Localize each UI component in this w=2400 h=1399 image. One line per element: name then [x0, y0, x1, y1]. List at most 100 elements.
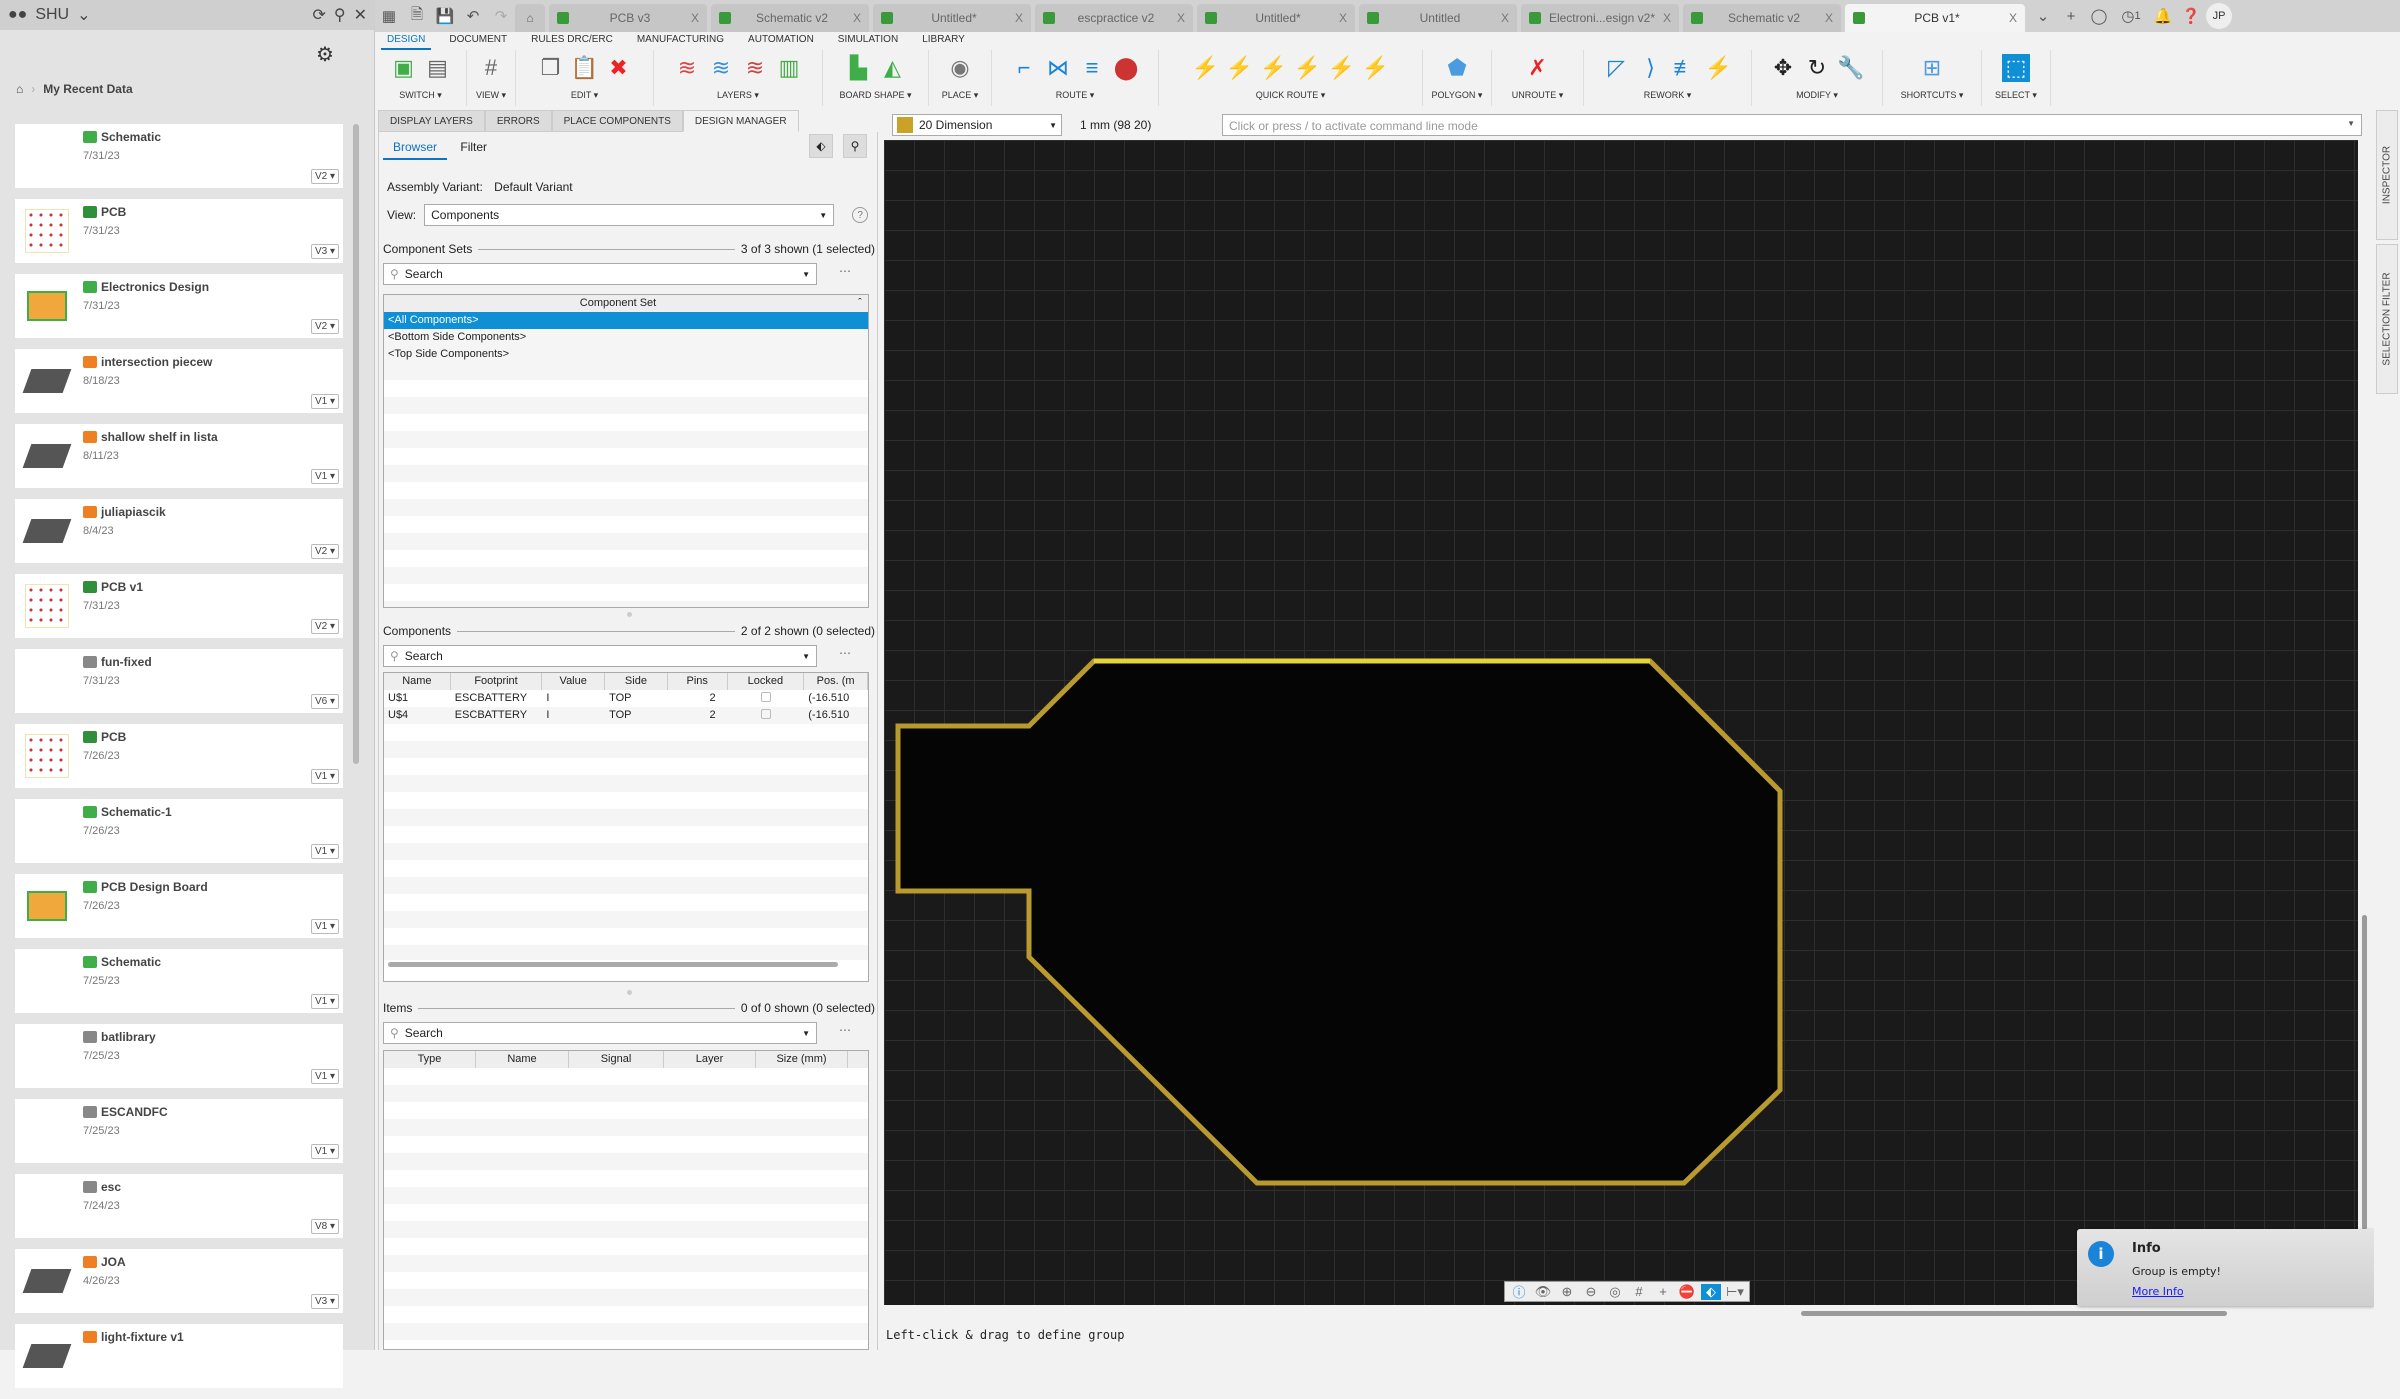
qr-4-icon[interactable]: ⚡	[1294, 54, 1322, 82]
layers-a-icon[interactable]: ≋	[673, 54, 701, 82]
ribbon-group-dropdown[interactable]: BOARD SHAPE ▾	[839, 90, 911, 101]
qr-2-icon[interactable]: ⚡	[1226, 54, 1254, 82]
column-header[interactable]: Pos. (m	[804, 673, 868, 690]
splitter-handle[interactable]	[627, 612, 632, 617]
grid-icon[interactable]: #	[1629, 1284, 1649, 1299]
command-line-input[interactable]: Click or press / to activate command lin…	[1222, 114, 2362, 136]
delete-icon[interactable]: ✖	[605, 54, 633, 82]
document-tab[interactable]: PCB v1* X	[1845, 4, 2025, 32]
close-tab-icon[interactable]: X	[1663, 11, 1671, 25]
pcb-canvas[interactable]	[884, 140, 2358, 1305]
column-header[interactable]: Footprint	[451, 673, 543, 690]
document-tab[interactable]: Schematic v2 X	[711, 4, 869, 32]
zoom-to-selection-button[interactable]: ⚲	[843, 134, 867, 158]
qr-6-icon[interactable]: ⚡	[1362, 54, 1390, 82]
close-tab-icon[interactable]: X	[1501, 11, 1509, 25]
select-icon[interactable]: ⬖	[1701, 1283, 1721, 1300]
column-header[interactable]: Pins	[668, 673, 728, 690]
ribbon-group-dropdown[interactable]: POLYGON ▾	[1432, 90, 1483, 101]
select-in-canvas-button[interactable]: ⬖	[809, 134, 833, 158]
file-card[interactable]: Schematic 7/25/23 V1 ▾	[15, 949, 343, 1013]
more-options-icon[interactable]: ⋯	[839, 264, 851, 278]
ribbon-tab[interactable]: MANUFACTURING	[625, 32, 736, 48]
column-header[interactable]: Locked	[728, 673, 805, 690]
panel-tab[interactable]: DISPLAY LAYERS	[378, 110, 485, 132]
file-card[interactable]: shallow shelf in lista 8/11/23 V1 ▾	[15, 424, 343, 488]
column-header[interactable]: Type	[384, 1051, 476, 1068]
panel-tab[interactable]: DESIGN MANAGER	[682, 110, 799, 132]
components-search[interactable]: ⚲ Search ▼	[383, 645, 817, 667]
shortcuts-icon[interactable]: ⊞	[1918, 54, 1946, 82]
file-card[interactable]: Schematic-1 7/26/23 V1 ▾	[15, 799, 343, 863]
table-row[interactable]: <Bottom Side Components>	[384, 329, 868, 346]
ribbon-group-dropdown[interactable]: SHORTCUTS ▾	[1901, 90, 1964, 101]
ribbon-group-dropdown[interactable]: EDIT ▾	[571, 90, 598, 101]
route-icon[interactable]: ⌐	[1010, 54, 1038, 82]
job-status[interactable]: ◷ 1	[2113, 0, 2149, 32]
file-card[interactable]: Electronics Design 7/31/23 V2 ▾	[15, 274, 343, 338]
document-tab[interactable]: Untitled* X	[1197, 4, 1355, 32]
refresh-icon[interactable]: ⟳	[312, 5, 325, 25]
ribbon-group-dropdown[interactable]: SELECT ▾	[1995, 90, 2037, 101]
panel-tab[interactable]: ERRORS	[484, 110, 552, 132]
more-options-icon[interactable]: ⋯	[839, 646, 851, 660]
version-dropdown[interactable]: V1 ▾	[310, 469, 339, 484]
rotate-icon[interactable]: ↻	[1803, 54, 1831, 82]
ribbon-tab[interactable]: LIBRARY	[910, 32, 977, 48]
close-tab-icon[interactable]: X	[2009, 11, 2017, 25]
ribbon-group-dropdown[interactable]: MODIFY ▾	[1796, 90, 1838, 101]
file-card[interactable]: juliapiascik 8/4/23 V2 ▾	[15, 499, 343, 563]
ribbon-tab[interactable]: SIMULATION	[826, 32, 910, 48]
horizontal-scrollbar[interactable]	[388, 962, 838, 967]
apps-grid-icon[interactable]: ▦	[375, 0, 403, 32]
stop-icon[interactable]: ⛔	[1677, 1284, 1697, 1300]
column-header[interactable]: Component Set	[384, 295, 852, 312]
version-dropdown[interactable]: V2 ▾	[310, 619, 339, 634]
vertical-scrollbar[interactable]	[2362, 915, 2367, 1230]
user-avatar[interactable]: JP	[2206, 3, 2232, 29]
file-card[interactable]: PCB 7/31/23 V3 ▾	[15, 199, 343, 263]
locked-checkbox[interactable]	[760, 709, 771, 719]
tab-overflow-icon[interactable]: ⌄	[2029, 0, 2057, 32]
ribbon-group-dropdown[interactable]: SWITCH ▾	[399, 90, 442, 101]
qr-1-icon[interactable]: ⚡	[1192, 54, 1220, 82]
board-3d-icon[interactable]: ▤	[424, 54, 452, 82]
via-stack-icon[interactable]: ⬤	[1112, 54, 1140, 82]
notifications-icon[interactable]: 🔔	[2149, 0, 2177, 32]
differential-pair-icon[interactable]: ⋈	[1044, 54, 1072, 82]
file-card[interactable]: ESCANDFC 7/25/23 V1 ▾	[15, 1099, 343, 1163]
qr-5-icon[interactable]: ⚡	[1328, 54, 1356, 82]
slide-icon[interactable]: ⟩	[1637, 54, 1665, 82]
schematic-switch-icon[interactable]: ▣	[390, 54, 418, 82]
copy-icon[interactable]: ❐	[537, 54, 565, 82]
document-tab[interactable]: Untitled X	[1359, 4, 1517, 32]
version-dropdown[interactable]: V3 ▾	[310, 1294, 339, 1309]
ribbon-group-dropdown[interactable]: UNROUTE ▾	[1512, 90, 1564, 101]
splitter-handle[interactable]	[627, 990, 632, 995]
close-tab-icon[interactable]: X	[853, 11, 861, 25]
file-card[interactable]: intersection piecew 8/18/23 V1 ▾	[15, 349, 343, 413]
wrench-icon[interactable]: 🔧	[1837, 54, 1865, 82]
version-dropdown[interactable]: V1 ▾	[310, 844, 339, 859]
help-icon[interactable]: ❓	[2177, 0, 2205, 32]
version-dropdown[interactable]: V1 ▾	[310, 394, 339, 409]
team-selector[interactable]: SHU	[35, 6, 69, 24]
document-tab[interactable]: PCB v3 X	[549, 4, 707, 32]
close-tab-icon[interactable]: X	[1015, 11, 1023, 25]
close-tab-icon[interactable]: X	[1339, 11, 1347, 25]
version-dropdown[interactable]: V2 ▾	[310, 544, 339, 559]
ribbon-group-dropdown[interactable]: PLACE ▾	[942, 90, 979, 101]
component-sets-search[interactable]: ⚲ Search ▼	[383, 263, 817, 285]
undo-icon[interactable]: ↶	[459, 0, 487, 32]
layers-c-icon[interactable]: ≋	[741, 54, 769, 82]
document-tab[interactable]: Electroni...esign v2* X	[1521, 4, 1679, 32]
eye-icon[interactable]: 👁	[1533, 1284, 1553, 1300]
version-dropdown[interactable]: V3 ▾	[310, 244, 339, 259]
reroute-icon[interactable]: ⚡	[1705, 54, 1733, 82]
board-outline[interactable]	[895, 658, 1783, 1186]
close-tab-icon[interactable]: X	[691, 11, 699, 25]
version-dropdown[interactable]: V1 ▾	[310, 994, 339, 1009]
crosshair-icon[interactable]: +	[1653, 1284, 1673, 1299]
close-tab-icon[interactable]: X	[1825, 11, 1833, 25]
version-dropdown[interactable]: V1 ▾	[310, 919, 339, 934]
